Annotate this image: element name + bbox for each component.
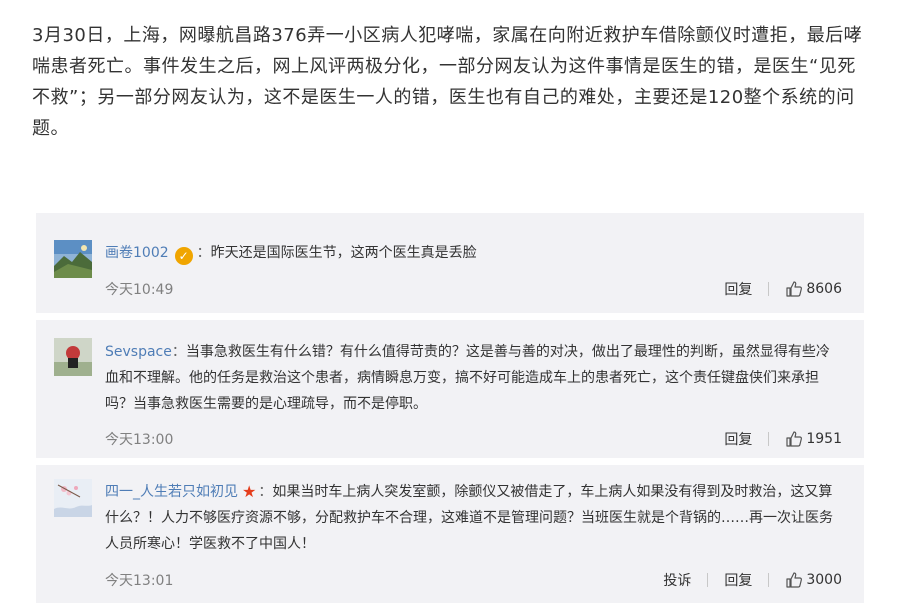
like-button[interactable]: 3000 — [785, 571, 842, 589]
comment-text: 当事急救医生有什么错？有什么值得苛责的？这是善与善的对决，做出了最理性的判断，虽… — [105, 344, 830, 412]
avatar[interactable] — [54, 240, 92, 278]
comment-body: 画卷1002 ✓ ：昨天还是国际医生节，这两个医生真是丢脸 — [105, 240, 834, 266]
thumbs-up-icon — [786, 431, 803, 447]
comment-time: 今天13:00 — [105, 432, 174, 448]
username[interactable]: Sevspace — [105, 344, 172, 360]
article-text: 3月30日，上海，网曝航昌路376弄一小区病人犯哮喘，家属在向附近救护车借除颤仪… — [32, 25, 863, 139]
reply-button[interactable]: 回复 — [724, 279, 752, 299]
divider — [707, 573, 709, 587]
verified-badge-icon: ✓ — [174, 247, 193, 265]
comment-item: 画卷1002 ✓ ：昨天还是国际医生节，这两个医生真是丢脸 今天10:49 回复 8… — [36, 213, 864, 313]
like-button[interactable]: 8606 — [785, 280, 842, 298]
like-button[interactable]: 1951 — [785, 430, 842, 448]
comment-time: 今天10:49 — [105, 282, 174, 298]
colon-separator: ： — [258, 484, 273, 500]
reply-button[interactable]: 回复 — [724, 570, 752, 590]
avatar[interactable] — [54, 338, 92, 376]
thumbs-up-icon — [786, 281, 803, 297]
like-count: 3000 — [806, 572, 842, 588]
comment-body: 四一_人生若只如初见 ★ ：如果当时车上病人突发室颤，除颤仪又被借走了，车上病人如果… — [105, 479, 834, 557]
divider — [768, 432, 770, 446]
username[interactable]: 四一_人生若只如初见 — [105, 484, 238, 500]
divider — [768, 282, 770, 296]
like-count: 8606 — [806, 281, 842, 297]
colon-separator: ： — [171, 344, 186, 360]
comment-item: 四一_人生若只如初见 ★ ：如果当时车上病人突发室颤，除颤仪又被借走了，车上病人如果… — [36, 465, 864, 603]
like-count: 1951 — [806, 431, 842, 447]
star-icon: ★ — [242, 482, 257, 501]
comment-item: Sevspace：当事急救医生有什么错？有什么值得苛责的？这是善与善的对决，做出… — [36, 320, 864, 458]
comment-actions: 回复 1951 — [724, 429, 842, 449]
comment-time: 今天13:01 — [105, 573, 174, 589]
reply-button[interactable]: 回复 — [724, 429, 752, 449]
avatar[interactable] — [54, 479, 92, 517]
thumbs-up-icon — [786, 572, 803, 588]
page: 3月30日，上海，网曝航昌路376弄一小区病人犯哮喘，家属在向附近救护车借除颤仪… — [0, 0, 900, 608]
comment-actions: 回复 8606 — [724, 279, 842, 299]
divider — [768, 573, 770, 587]
comment-body: Sevspace：当事急救医生有什么错？有什么值得苛责的？这是善与善的对决，做出… — [105, 339, 834, 417]
colon-separator: ： — [196, 245, 211, 261]
report-button[interactable]: 投诉 — [663, 570, 691, 590]
comment-actions: 投诉 回复 3000 — [663, 570, 842, 590]
comment-text: 昨天还是国际医生节，这两个医生真是丢脸 — [210, 245, 477, 261]
username[interactable]: 画卷1002 — [105, 245, 169, 261]
